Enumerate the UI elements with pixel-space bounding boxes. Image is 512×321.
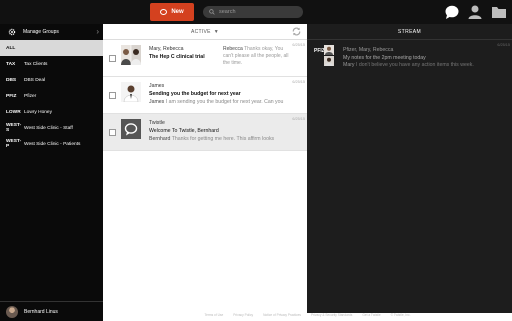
preview-text: I don't believe you have any action item… (355, 62, 474, 68)
stream-title: STREAM (307, 24, 512, 40)
stream-preview: Mary I don't believe you have any action… (343, 62, 507, 70)
chevron-right-icon[interactable]: › (96, 27, 99, 36)
filter-label[interactable]: ACTIVE (191, 29, 211, 35)
message-checkbox[interactable] (109, 55, 116, 62)
group-abbr: TAX (6, 61, 16, 67)
stream-sender: Pfizer, Mary, Rebecca (343, 47, 394, 53)
chat-bubble-icon (160, 9, 168, 15)
preview-sender: James (149, 99, 165, 105)
search-icon (209, 9, 215, 15)
sidebar-item-lowr[interactable]: LOWR Lowry Honey (0, 104, 103, 120)
preview-text: I am sending you the budget for next yea… (165, 99, 284, 105)
group-avatar (121, 45, 141, 65)
preview-text: Thanks for getting me here. This affirm … (171, 136, 275, 142)
stream-item[interactable]: PFIZ Pfizer, Mary, Rebecca My notes for … (307, 40, 512, 70)
message-row[interactable]: Twistle Welcome To Twistle, Bernhard Ber… (103, 114, 307, 151)
search-placeholder: search (219, 9, 236, 15)
message-checkbox[interactable] (109, 129, 116, 136)
message-date: 6/25/15 (292, 43, 305, 47)
footer-links: Terms of Use Privacy Policy Notice of Pr… (103, 313, 512, 321)
top-bar: New search (0, 0, 512, 24)
group-name: Lowry Honey (24, 109, 52, 115)
folder-icon[interactable] (491, 4, 507, 20)
footer-link[interactable]: Terms of Use (204, 313, 223, 321)
new-button-label: New (171, 9, 184, 15)
stream-panel: STREAM PFIZ Pfizer, Mary, Rebecca My not… (307, 24, 512, 313)
sidebar-item-tax[interactable]: TAX Tax Clients (0, 56, 103, 72)
footer-link[interactable]: Notice of Privacy Practices (263, 313, 301, 321)
manage-groups-label: Manage Groups (23, 29, 59, 35)
sidebar: Manage Groups › ALL TAX Tax Clients DBS … (0, 24, 103, 321)
message-sender: Mary, Rebecca (149, 46, 184, 52)
group-abbr: ALL (6, 45, 16, 51)
stream-subject: My notes for the 2pm meeting today (343, 54, 426, 61)
sidebar-item-dbs[interactable]: DBS DBS Deal (0, 72, 103, 88)
message-preview: Rebecca Thanks okay, You can't please al… (223, 46, 293, 67)
message-list: ACTIVE ▼ Mary, Rebecca The Hep C clinica… (103, 24, 307, 321)
footer-link[interactable]: Privacy & Security Standards (311, 313, 352, 321)
twistle-logo-icon (121, 119, 141, 139)
message-subject: Welcome To Twistle, Bernhard (149, 128, 219, 134)
caret-down-icon[interactable]: ▼ (214, 29, 219, 35)
group-abbr: WEST-S (6, 123, 22, 133)
group-abbr: DBS (6, 77, 17, 83)
user-icon[interactable] (467, 4, 483, 20)
group-abbr: WEST-P (6, 139, 22, 149)
sender-avatar (121, 82, 141, 102)
message-sender: Twistle (149, 120, 165, 126)
preview-sender: Mary (343, 62, 355, 68)
message-row[interactable]: James Sending you the budget for next ye… (103, 77, 307, 114)
preview-sender: Bernhard (149, 136, 171, 142)
gear-icon (8, 28, 16, 36)
group-name: West Side Clinic - Patients (24, 141, 81, 147)
footer-copyright: © Twistle, Inc. (390, 313, 411, 317)
user-profile[interactable]: Bernhard Linus (0, 301, 103, 321)
message-preview: Bernhard Thanks for getting me here. Thi… (149, 136, 297, 142)
avatar (6, 305, 18, 318)
group-name: West Side Clinic - Staff (24, 125, 73, 131)
message-checkbox[interactable] (109, 92, 116, 99)
message-preview: James I am sending you the budget for ne… (149, 99, 297, 105)
group-name: Tax Clients (24, 61, 48, 67)
group-abbr: LOWR (6, 109, 21, 115)
search-input[interactable]: search (203, 6, 303, 18)
preview-sender: Rebecca (223, 46, 243, 52)
group-name: Pfizer (24, 93, 37, 99)
manage-groups-button[interactable]: Manage Groups › (0, 24, 103, 40)
message-subject: The Hep C clinical trial (149, 54, 205, 60)
footer-link[interactable]: Get a Twistle (362, 313, 380, 321)
message-date: 6/25/15 (292, 80, 305, 84)
message-sender: James (149, 83, 165, 89)
chat-icon[interactable] (444, 4, 460, 20)
new-message-button[interactable]: New (150, 3, 194, 21)
group-abbr: PFIZ (6, 93, 17, 99)
sidebar-item-pfiz[interactable]: PFIZ Pfizer (0, 88, 103, 104)
user-name: Bernhard Linus (24, 308, 58, 315)
refresh-icon[interactable] (291, 26, 302, 37)
sidebar-item-west-p[interactable]: WEST-P West Side Clinic - Patients (0, 136, 103, 152)
group-name: DBS Deal (24, 77, 46, 83)
message-row[interactable]: Mary, Rebecca The Hep C clinical trial R… (103, 40, 307, 77)
footer-link[interactable]: Privacy Policy (233, 313, 253, 321)
participant-avatar (324, 56, 334, 66)
message-date: 6/25/15 (292, 117, 305, 121)
participant-avatar (324, 45, 334, 55)
message-subject: Sending you the budget for next year (149, 91, 241, 97)
sidebar-item-all[interactable]: ALL (0, 40, 103, 56)
stream-date: 6/25/15 (497, 43, 510, 47)
list-header: ACTIVE ▼ (103, 24, 307, 40)
sidebar-item-west-s[interactable]: WEST-S West Side Clinic - Staff (0, 120, 103, 136)
